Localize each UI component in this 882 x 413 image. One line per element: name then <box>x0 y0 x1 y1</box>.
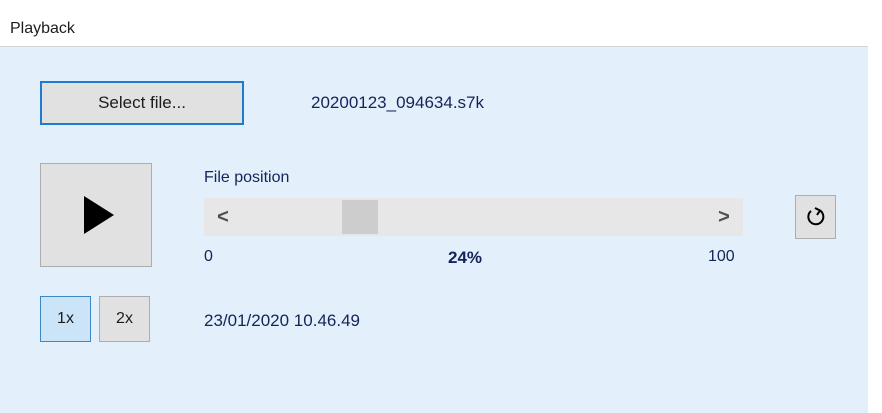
slider-right-arrow[interactable]: > <box>709 198 739 236</box>
filename-label: 20200123_094634.s7k <box>311 93 484 112</box>
slider-left-arrow[interactable]: < <box>208 198 238 236</box>
slider-min-label: 0 <box>204 248 213 265</box>
loop-icon <box>806 207 824 226</box>
file-position-label: File position <box>204 169 290 186</box>
speed-1x-button[interactable]: 1x <box>40 296 91 342</box>
loop-button[interactable] <box>795 195 836 239</box>
select-file-button[interactable]: Select file... <box>40 81 244 125</box>
timestamp-label: 23/01/2020 10.46.49 <box>204 311 360 330</box>
speed-2x-button[interactable]: 2x <box>99 296 150 342</box>
panel-header: Playback <box>0 0 868 47</box>
play-button[interactable] <box>40 163 152 267</box>
slider-max-label: 100 <box>708 248 735 265</box>
file-position-slider[interactable]: < > <box>204 198 743 236</box>
play-icon <box>84 196 114 234</box>
slider-thumb[interactable] <box>342 200 379 234</box>
panel-title: Playback <box>10 20 75 37</box>
slider-percent-label: 24% <box>448 248 483 267</box>
